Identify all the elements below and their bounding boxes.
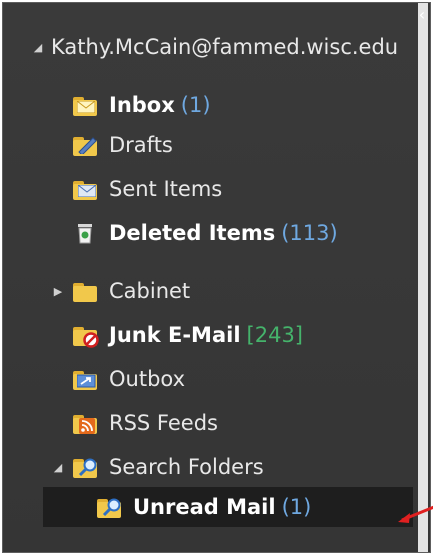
account-node[interactable]: ◢ Kathy.McCain@fammed.wisc.edu: [31, 27, 427, 67]
folder-label: Sent Items: [109, 177, 223, 201]
expand-arrow-icon[interactable]: ◢: [51, 461, 65, 474]
folder-label: Drafts: [109, 133, 173, 157]
unread-count: (1): [281, 495, 312, 519]
folder-rss-feeds[interactable]: RSS Feeds: [71, 403, 427, 443]
item-count: [243]: [246, 323, 303, 347]
unread-count: (1): [180, 93, 211, 117]
folder-label: Cabinet: [109, 279, 191, 303]
cabinet-folder-icon: [71, 278, 99, 304]
folder-junk-email[interactable]: Junk E-Mail [243]: [71, 315, 427, 355]
folder-deleted-items[interactable]: Deleted Items (113): [71, 213, 427, 253]
drafts-icon: [71, 132, 99, 158]
folder-inbox[interactable]: Inbox (1): [71, 85, 427, 125]
folder-label: Junk E-Mail: [109, 323, 241, 347]
unread-mail-icon: [95, 494, 123, 520]
folder-pane: ‹ ◢ Kathy.McCain@fammed.wisc.edu Inbox (…: [2, 2, 431, 553]
folder-label: Outbox: [109, 367, 186, 391]
deleted-items-icon: [71, 220, 99, 246]
folder-cabinet[interactable]: ▶ Cabinet: [51, 271, 427, 311]
outbox-icon: [71, 366, 99, 392]
search-folders-icon: [71, 454, 99, 480]
annotation-arrow-icon: [398, 505, 433, 523]
expand-arrow-icon[interactable]: ◢: [31, 41, 45, 54]
chevron-left-icon: ‹: [418, 5, 426, 24]
folder-sent-items[interactable]: Sent Items: [71, 169, 427, 209]
account-label: Kathy.McCain@fammed.wisc.edu: [51, 35, 399, 59]
folder-label: Deleted Items: [109, 221, 276, 245]
folder-label: RSS Feeds: [109, 411, 218, 435]
rss-feeds-icon: [71, 410, 99, 436]
folder-label: Unread Mail: [133, 495, 276, 519]
inbox-icon: [71, 92, 99, 118]
sent-items-icon: [71, 176, 99, 202]
expand-arrow-icon[interactable]: ▶: [51, 285, 65, 298]
folder-outbox[interactable]: Outbox: [71, 359, 427, 399]
folder-label: Search Folders: [109, 455, 264, 479]
folder-unread-mail[interactable]: Unread Mail (1): [43, 487, 413, 527]
folder-search-folders[interactable]: ◢ Search Folders: [51, 447, 427, 487]
folder-drafts[interactable]: Drafts: [71, 125, 427, 165]
folder-label: Inbox: [109, 93, 175, 117]
item-count: (113): [281, 221, 338, 245]
junk-email-icon: [71, 322, 99, 348]
